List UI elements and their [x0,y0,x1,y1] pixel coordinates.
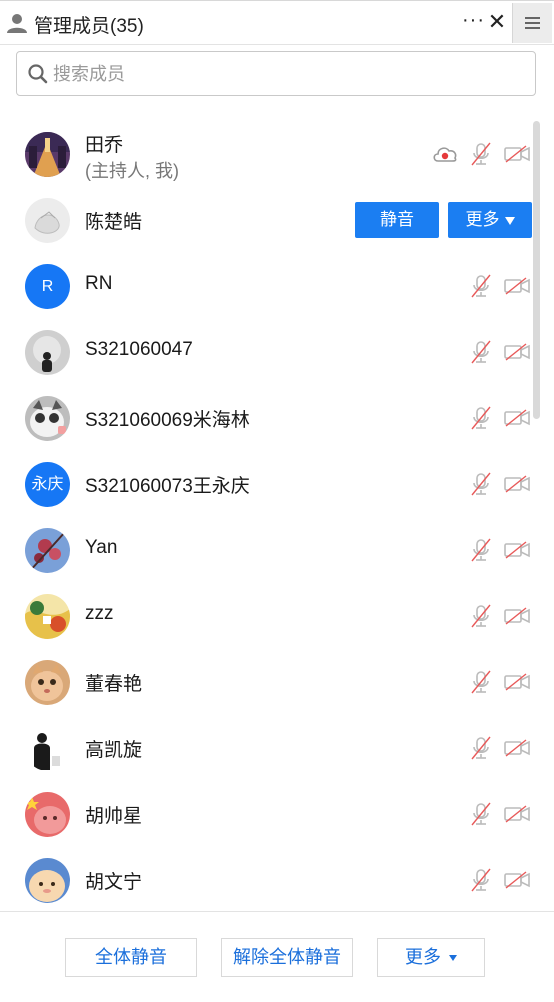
camera-off-icon[interactable] [504,541,530,559]
camera-off-icon[interactable] [504,409,530,427]
avatar [25,858,70,903]
avatar [25,198,70,243]
member-role: (主持人, 我) [85,161,179,181]
member-name: 高凯旋 [85,740,143,761]
caret-down-icon [504,216,515,225]
member-row[interactable]: S321060047 [0,319,540,385]
camera-off-icon[interactable] [504,805,530,823]
member-name: Yan [85,537,118,558]
mute-all-button[interactable]: 全体静音 [65,938,197,977]
member-row[interactable]: 田乔 (主持人, 我) [0,121,540,187]
camera-off-icon[interactable] [504,145,530,163]
camera-off-icon[interactable] [504,277,530,295]
camera-off-icon[interactable] [504,607,530,625]
more-button[interactable]: 更多 [448,202,532,238]
list-scrollbar[interactable] [533,121,540,419]
member-name: S321060073王永庆 [85,476,250,497]
member-name: RN [85,273,113,294]
panel-title: 管理成员(35) [34,16,144,37]
mic-muted-icon[interactable] [470,604,492,628]
member-name: 胡帅星 [85,806,143,827]
member-row[interactable]: 胡文宁 [0,847,540,911]
footer-toolbar: 全体静音 解除全体静音 更多 [0,911,554,1002]
avatar [25,660,70,705]
avatar [25,792,70,837]
mic-muted-icon[interactable] [470,802,492,826]
mic-muted-icon[interactable] [470,538,492,562]
cloud-recording-icon [433,147,457,162]
mic-muted-icon[interactable] [470,472,492,496]
avatar: R [25,264,70,309]
avatar [25,330,70,375]
member-name: 陈楚皓 [85,212,143,233]
member-row[interactable]: 永庆 S321060073王永庆 [0,451,540,517]
avatar: 永庆 [25,462,70,507]
footer-more-button[interactable]: 更多 [377,938,485,977]
member-name: zzz [85,603,114,624]
avatar [25,594,70,639]
person-icon [7,14,27,33]
footer-more-label: 更多 [405,947,441,967]
mute-button[interactable]: 静音 [355,202,439,238]
camera-off-icon[interactable] [504,739,530,757]
mic-muted-icon[interactable] [470,142,492,166]
caret-down-icon [449,955,457,962]
mic-muted-icon[interactable] [470,406,492,430]
member-name: S321060047 [85,339,193,360]
panel-header: 管理成员(35) ··· ✕ [0,0,554,45]
camera-off-icon[interactable] [504,343,530,361]
more-options-icon[interactable]: ··· [462,9,485,32]
camera-off-icon[interactable] [504,871,530,889]
menu-icon[interactable] [512,3,552,43]
member-row[interactable]: zzz [0,583,540,649]
search-input[interactable] [53,58,523,90]
member-list: 田乔 (主持人, 我) 陈楚皓 静音 更多 R RN S321060047 S3… [0,121,554,911]
member-row[interactable]: S321060069米海林 [0,385,540,451]
search-box [16,51,536,96]
camera-off-icon[interactable] [504,475,530,493]
search-icon [28,64,48,84]
mic-muted-icon[interactable] [470,274,492,298]
member-name: 田乔 [85,135,124,156]
avatar [25,528,70,573]
avatar [25,132,70,177]
member-name: 胡文宁 [85,872,143,893]
member-row[interactable]: R RN [0,253,540,319]
mic-muted-icon[interactable] [470,340,492,364]
member-row[interactable]: Yan [0,517,540,583]
member-name: S321060069米海林 [85,410,250,431]
unmute-all-button[interactable]: 解除全体静音 [221,938,353,977]
avatar [25,396,70,441]
member-name: 董春艳 [85,674,143,695]
close-icon[interactable]: ✕ [486,9,508,35]
more-button-label: 更多 [465,210,500,229]
avatar [25,726,70,771]
mic-muted-icon[interactable] [470,736,492,760]
mic-muted-icon[interactable] [470,868,492,892]
member-row[interactable]: 胡帅星 [0,781,540,847]
member-row[interactable]: 董春艳 [0,649,540,715]
member-row[interactable]: 高凯旋 [0,715,540,781]
camera-off-icon[interactable] [504,673,530,691]
mic-muted-icon[interactable] [470,670,492,694]
